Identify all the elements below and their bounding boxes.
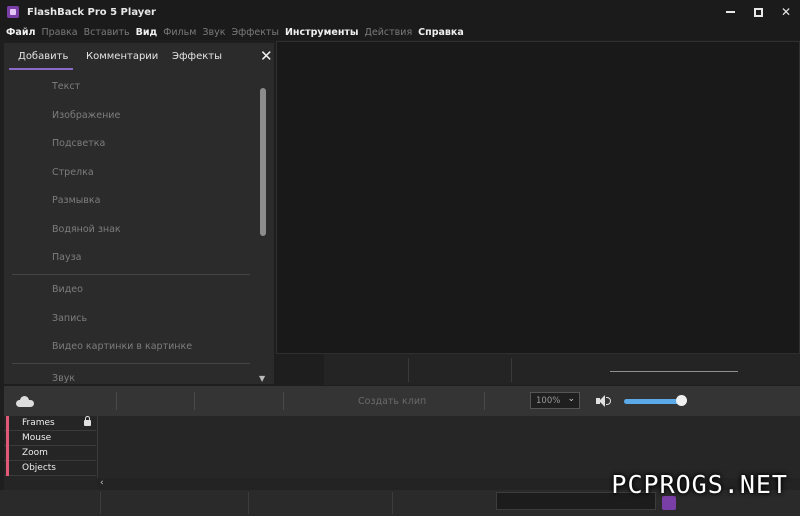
- effect-text[interactable]: Текст: [52, 81, 80, 92]
- bar-divider: [408, 358, 409, 382]
- chevron-down-icon: ⌄: [567, 394, 575, 404]
- close-window-button[interactable]: ✕: [772, 0, 800, 24]
- effect-blur[interactable]: Размывка: [52, 195, 100, 206]
- track-frames[interactable]: Frames: [4, 416, 96, 431]
- menu-sound[interactable]: Звук: [202, 27, 225, 38]
- menu-actions[interactable]: Действия: [364, 27, 412, 38]
- effect-image[interactable]: Изображение: [52, 110, 120, 121]
- minimize-button[interactable]: [716, 0, 744, 24]
- effect-sound[interactable]: Звук: [52, 373, 75, 384]
- effect-watermark[interactable]: Водяной знак: [52, 224, 121, 235]
- status-divider: [392, 492, 393, 514]
- track-name: Mouse: [22, 433, 52, 443]
- position-track[interactable]: [610, 371, 738, 372]
- maximize-icon: [753, 7, 763, 17]
- track-marker: [6, 431, 9, 446]
- scrollbar-thumb[interactable]: [260, 88, 266, 236]
- title-bar: FlashBack Pro 5 Player ✕: [0, 0, 800, 24]
- status-divider: [248, 492, 249, 514]
- close-icon: ✕: [780, 5, 792, 19]
- zoom-value: 100%: [536, 395, 561, 406]
- minimize-icon: [725, 11, 735, 13]
- maximize-button[interactable]: [744, 0, 772, 24]
- bar-divider: [511, 358, 512, 382]
- cloud-icon[interactable]: [16, 395, 34, 407]
- effect-video[interactable]: Видео: [52, 284, 83, 295]
- effect-picture-in-picture[interactable]: Видео картинки в картинке: [52, 341, 192, 352]
- effect-pause[interactable]: Пауза: [52, 252, 81, 263]
- volume-knob[interactable]: [676, 395, 687, 406]
- track-objects[interactable]: Objects: [4, 461, 96, 476]
- menu-insert[interactable]: Вставить: [84, 27, 130, 38]
- track-mouse[interactable]: Mouse: [4, 431, 96, 446]
- effect-recording[interactable]: Запись: [52, 313, 87, 324]
- create-clip-button[interactable]: Создать клип: [358, 396, 426, 407]
- zoom-select[interactable]: 100% ⌄: [530, 392, 580, 409]
- effects-list: Текст Изображение Подсветка Стрелка Разм…: [4, 73, 256, 384]
- watermark-text: PCPROGS.NET: [611, 470, 788, 499]
- track-marker: [6, 416, 9, 431]
- menu-bar: Файл Правка Вставить Вид Фильм Звук Эффе…: [0, 24, 800, 40]
- window-controls: ✕: [716, 0, 800, 24]
- menu-effects[interactable]: Эффекты: [231, 27, 279, 38]
- video-preview: [276, 41, 800, 354]
- track-zoom[interactable]: Zoom: [4, 446, 96, 461]
- timeline-tracks-area[interactable]: [97, 416, 800, 478]
- panel-tabs: Добавить Комментарии Эффекты ✕: [4, 43, 274, 73]
- playback-bar: [276, 354, 800, 385]
- scroll-down-icon[interactable]: ▼: [259, 374, 265, 383]
- window-title: FlashBack Pro 5 Player: [27, 6, 156, 18]
- effect-arrow[interactable]: Стрелка: [52, 167, 94, 178]
- menu-help[interactable]: Справка: [418, 27, 464, 38]
- menu-file[interactable]: Файл: [6, 27, 35, 38]
- effects-scrollbar[interactable]: ▼: [257, 83, 269, 384]
- track-name: Zoom: [22, 448, 48, 458]
- menu-movie[interactable]: Фильм: [163, 27, 196, 38]
- toolbar-divider: [116, 392, 117, 410]
- effect-highlight[interactable]: Подсветка: [52, 138, 105, 149]
- scroll-left-icon[interactable]: ‹: [100, 478, 104, 488]
- app-icon: [6, 5, 20, 19]
- close-panel-button[interactable]: ✕: [260, 47, 273, 65]
- toolbar-divider: [484, 392, 485, 410]
- add-panel: Добавить Комментарии Эффекты ✕ Текст Изо…: [4, 43, 274, 384]
- clip-toolbar: Создать клип 100% ⌄: [4, 386, 800, 416]
- tab-add[interactable]: Добавить: [18, 51, 68, 62]
- tab-effects[interactable]: Эффекты: [172, 51, 222, 62]
- status-divider: [100, 492, 101, 514]
- speaker-icon[interactable]: [596, 394, 612, 408]
- divider: [12, 363, 250, 364]
- track-name: Frames: [22, 418, 55, 428]
- active-tab-indicator: [9, 68, 73, 70]
- lock-icon[interactable]: [84, 416, 91, 426]
- divider: [12, 274, 250, 275]
- toolbar-divider: [283, 392, 284, 410]
- volume-slider[interactable]: [624, 399, 684, 404]
- tab-comments[interactable]: Комментарии: [86, 51, 158, 62]
- track-name: Objects: [22, 463, 57, 473]
- menu-view[interactable]: Вид: [136, 27, 158, 38]
- track-labels: Frames Mouse Zoom Objects: [4, 416, 96, 478]
- track-marker: [6, 461, 9, 476]
- track-marker: [6, 446, 9, 461]
- menu-edit[interactable]: Правка: [41, 27, 77, 38]
- volume-fill: [624, 399, 681, 404]
- toolbar-divider: [194, 392, 195, 410]
- menu-tools[interactable]: Инструменты: [285, 27, 359, 38]
- playback-bar-segment: [276, 354, 324, 385]
